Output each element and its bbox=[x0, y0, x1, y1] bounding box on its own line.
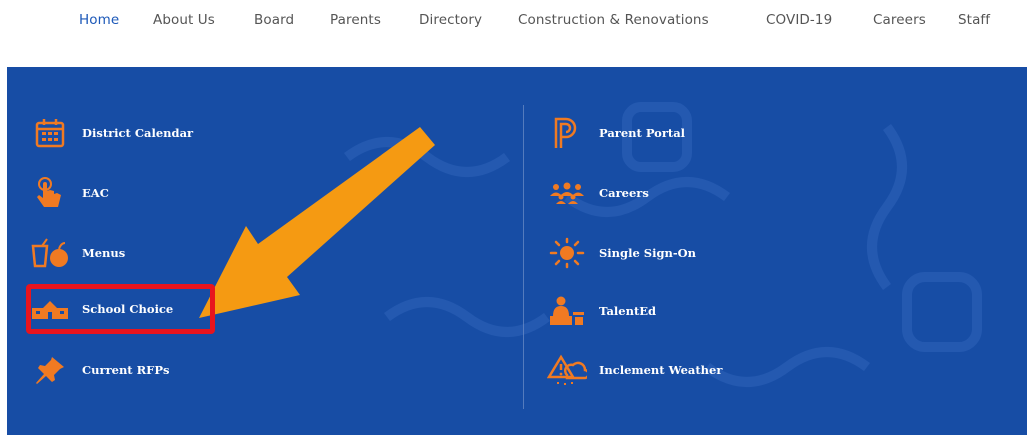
annotation-arrow bbox=[199, 127, 435, 318]
annotation-highlight-box bbox=[26, 284, 215, 334]
